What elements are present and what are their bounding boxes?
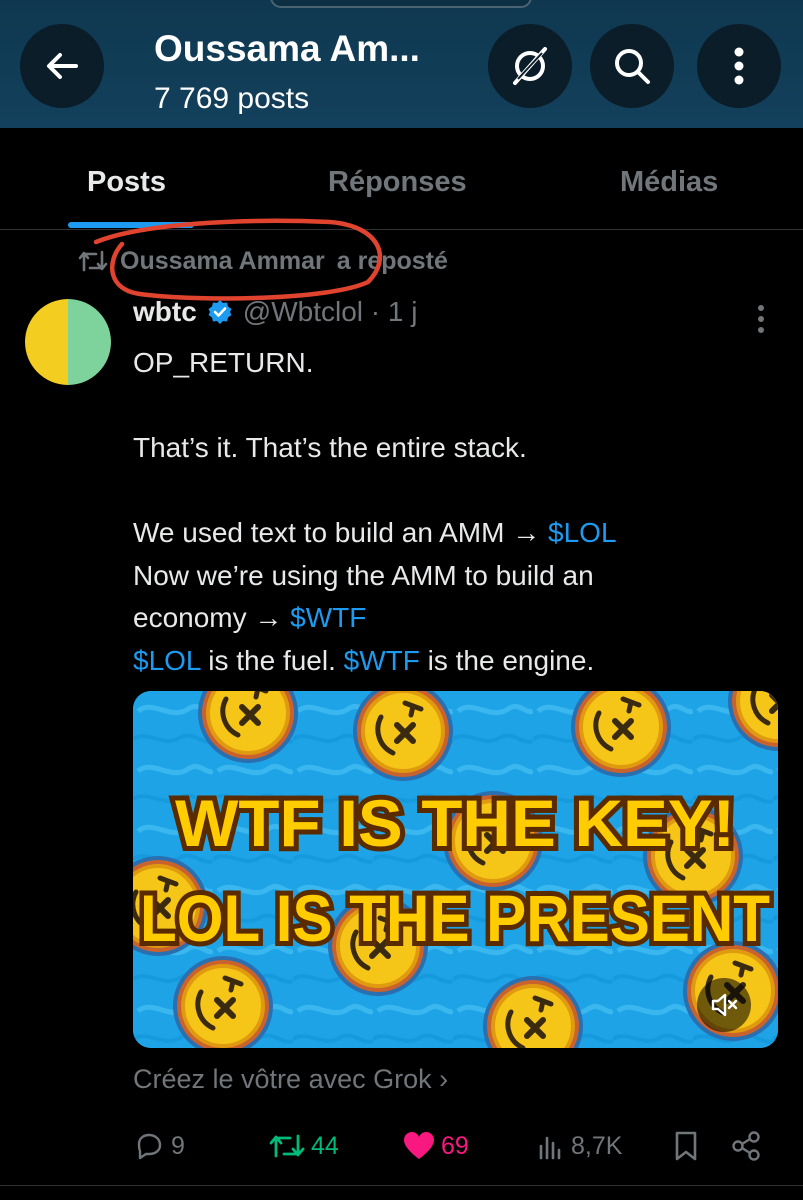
post-line: OP_RETURN.: [133, 347, 314, 378]
reply-button[interactable]: 9: [133, 1124, 185, 1168]
handle-and-time: @Wbtclol · 1 j: [242, 296, 418, 327]
post-media-video[interactable]: WTF IS THE KEY! LOL IS THE PRESENT: [133, 691, 778, 1048]
hide-reposts-button[interactable]: [488, 24, 572, 108]
repost-count: 44: [311, 1131, 339, 1160]
tab-posts[interactable]: Posts: [87, 166, 166, 199]
cashtag-link[interactable]: $WTF: [344, 645, 420, 676]
cashtag-link[interactable]: $WTF: [290, 602, 366, 633]
post-line: Now we’re using the AMM to build an: [133, 559, 594, 591]
search-icon: [615, 49, 650, 84]
repost-banner[interactable]: Oussama Ammar a reposté: [78, 244, 448, 278]
camera-notch: [270, 0, 532, 8]
more-options-button[interactable]: [697, 24, 781, 108]
eye-slash-icon: [513, 47, 547, 85]
post-body: OP_RETURN. That’s it. That’s the entire …: [133, 342, 783, 682]
share-button[interactable]: [730, 1124, 762, 1168]
media-headline-1: WTF IS THE KEY!: [175, 786, 735, 860]
media-headline-2: LOL IS THE PRESENT: [140, 881, 770, 955]
more-vertical-icon: [758, 305, 764, 333]
reply-count: 9: [171, 1131, 185, 1160]
post-line: $LOL is the fuel. $WTF is the engine.: [133, 644, 595, 676]
heart-filled-icon: [404, 1132, 434, 1159]
avatar[interactable]: [25, 299, 111, 385]
post-line: That’s it. That’s the entire stack.: [133, 432, 527, 463]
media-artwork: WTF IS THE KEY! LOL IS THE PRESENT: [133, 691, 778, 1048]
author-name[interactable]: wbtc: [133, 296, 197, 328]
tab-replies[interactable]: Réponses: [328, 166, 467, 199]
post-count: 7 769 posts: [154, 82, 310, 115]
arrow-left-icon: [47, 53, 78, 79]
repost-button[interactable]: 44: [269, 1124, 339, 1168]
profile-header: Oussama Am... 7 769 posts: [0, 0, 803, 128]
grok-create-link[interactable]: Créez le vôtre avec Grok ›: [133, 1064, 448, 1095]
tab-media[interactable]: Médias: [620, 166, 718, 199]
repost-icon: [269, 1134, 305, 1158]
volume-muted-icon: [711, 993, 738, 1017]
back-button[interactable]: [20, 24, 104, 108]
share-icon: [732, 1131, 760, 1161]
bookmark-button[interactable]: [673, 1124, 699, 1168]
unmute-button[interactable]: [697, 978, 751, 1032]
analytics-icon: [539, 1136, 561, 1160]
reposter-name[interactable]: Oussama Ammar: [120, 247, 325, 276]
post-line: We used text to build an AMM → $LOL: [133, 517, 617, 548]
like-count: 69: [441, 1131, 469, 1160]
repost-icon: [78, 250, 108, 272]
post-author-line: wbtc @Wbtclol · 1 j: [133, 296, 417, 328]
cashtag-link[interactable]: $LOL: [133, 645, 200, 676]
post-line: economy → $WTF: [133, 602, 367, 633]
like-button[interactable]: 69: [403, 1124, 469, 1168]
post-menu-button[interactable]: [748, 302, 774, 336]
search-button[interactable]: [590, 24, 674, 108]
repost-suffix: a reposté: [336, 246, 448, 275]
verified-badge-icon: [208, 300, 232, 324]
bookmark-icon: [675, 1131, 697, 1161]
post-actions-bar: 9 44 69 8,7K: [133, 1124, 773, 1168]
views-button[interactable]: 8,7K: [537, 1124, 622, 1168]
more-vertical-icon: [734, 47, 744, 85]
profile-tabs: Posts Réponses Médias: [0, 128, 803, 230]
active-tab-indicator: [68, 222, 194, 228]
cashtag-link[interactable]: $LOL: [548, 517, 617, 548]
profile-title: Oussama Am...: [154, 28, 420, 69]
divider: [0, 1185, 803, 1186]
view-count: 8,7K: [571, 1131, 623, 1160]
reply-icon: [137, 1133, 162, 1160]
